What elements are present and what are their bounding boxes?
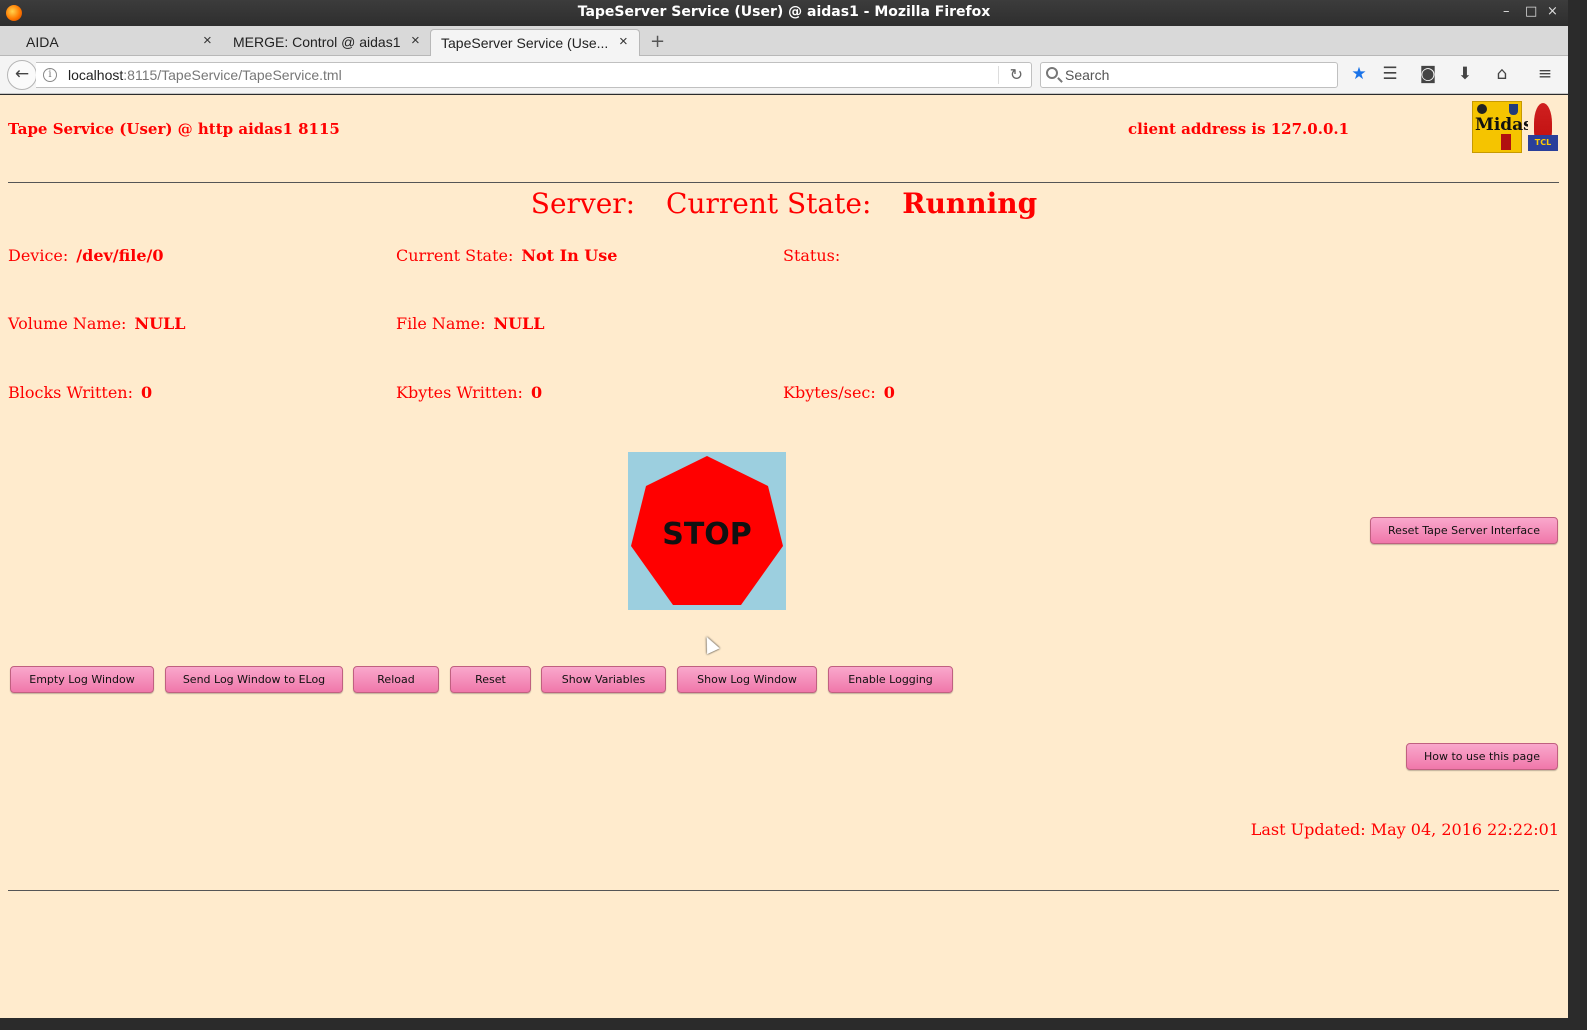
tab-aida[interactable]: AIDA × [0, 29, 222, 56]
back-button[interactable]: ← [7, 60, 37, 90]
tab-merge-control[interactable]: MERGE: Control @ aidas1 × [224, 29, 430, 56]
window-titlebar: TapeServer Service (User) @ aidas1 - Moz… [0, 0, 1568, 26]
downloads-icon[interactable]: ⬇ [1454, 64, 1476, 84]
tab-label: MERGE: Control @ aidas1 [233, 34, 401, 50]
reload-button[interactable]: Reload [353, 666, 439, 693]
client-address: client address is 127.0.0.1 [1128, 120, 1350, 138]
new-tab-icon[interactable]: + [650, 31, 665, 52]
reset-tape-server-interface-button[interactable]: Reset Tape Server Interface [1370, 517, 1558, 544]
volume-name-field: Volume Name: NULL [8, 314, 186, 333]
device-state-value: Not In Use [521, 246, 618, 265]
tcl-logo: TCL [1528, 101, 1558, 153]
status-field: Status: [783, 246, 841, 265]
maximize-icon[interactable]: □ [1525, 4, 1537, 19]
bookmarks-list-icon[interactable]: ☰ [1379, 64, 1401, 84]
file-name-field: File Name: NULL [396, 314, 545, 333]
window-title: TapeServer Service (User) @ aidas1 - Moz… [577, 4, 991, 20]
enable-logging-button[interactable]: Enable Logging [828, 666, 953, 693]
show-log-window-button[interactable]: Show Log Window [677, 666, 817, 693]
close-tab-icon[interactable]: × [203, 32, 212, 49]
server-label: Server: [530, 187, 636, 220]
device-state-field: Current State: Not In Use [396, 246, 618, 265]
stop-sign-icon: STOP [631, 456, 783, 605]
device-value: /dev/file/0 [76, 246, 164, 265]
tab-label: TapeServer Service (Use... [441, 35, 609, 51]
feather-icon [1501, 134, 1511, 150]
reload-icon[interactable]: ↻ [1010, 65, 1023, 84]
site-info-icon[interactable]: i [43, 68, 57, 82]
tab-label: AIDA [26, 34, 59, 50]
tab-tapeserver-service[interactable]: TapeServer Service (Use... × [430, 29, 640, 56]
crest-icon [1477, 104, 1487, 114]
minimize-icon[interactable]: – [1503, 4, 1510, 19]
shield-icon [1509, 104, 1518, 115]
server-state-line: Server: Current State: Running [0, 187, 1568, 220]
divider [8, 182, 1559, 183]
blocks-written-field: Blocks Written: 0 [8, 383, 153, 402]
divider [8, 890, 1559, 891]
home-icon[interactable]: ⌂ [1491, 64, 1513, 84]
stop-button[interactable]: STOP [628, 452, 786, 610]
how-to-use-button[interactable]: How to use this page [1406, 743, 1558, 770]
blocks-written-value: 0 [140, 383, 153, 402]
kbytes-sec-value: 0 [883, 383, 895, 402]
menu-icon[interactable]: ≡ [1534, 64, 1556, 84]
midas-logo: Midas [1472, 101, 1533, 153]
service-header: Tape Service (User) @ http aidas1 8115 [8, 120, 340, 138]
volume-name-value: NULL [134, 314, 186, 333]
close-tab-icon[interactable]: × [619, 33, 628, 50]
navigation-bar: ← i localhost:8115/TapeService/TapeServi… [0, 56, 1568, 94]
search-icon [1046, 67, 1058, 79]
tcl-logo-text: TCL [1528, 135, 1558, 151]
close-window-icon[interactable]: × [1547, 4, 1558, 19]
url-text[interactable]: localhost:8115/TapeService/TapeService.t… [68, 67, 342, 83]
kbytes-sec-field: Kbytes/sec: 0 [783, 383, 895, 402]
current-state-label: Current State: [666, 187, 872, 220]
device-field: Device:/dev/file/0 [8, 246, 164, 265]
page-content: Tape Service (User) @ http aidas1 8115 c… [0, 95, 1568, 1018]
file-name-value: NULL [493, 314, 545, 333]
last-updated-timestamp: Last Updated: May 04, 2016 22:22:01 [1250, 820, 1559, 839]
mouse-cursor-icon [700, 633, 720, 655]
search-input[interactable] [1065, 65, 1325, 85]
stop-label: STOP [662, 517, 752, 552]
tab-strip: AIDA × MERGE: Control @ aidas1 × TapeSer… [0, 26, 1568, 56]
url-bar[interactable]: i localhost:8115/TapeService/TapeService… [36, 62, 1032, 88]
send-log-to-elog-button[interactable]: Send Log Window to ELog [165, 666, 343, 693]
show-variables-button[interactable]: Show Variables [541, 666, 666, 693]
search-bar[interactable] [1040, 62, 1338, 88]
close-tab-icon[interactable]: × [411, 32, 420, 49]
pocket-icon[interactable]: ◙ [1417, 64, 1439, 84]
reset-button[interactable]: Reset [450, 666, 531, 693]
url-separator [998, 66, 999, 84]
current-state-value: Running [902, 187, 1038, 220]
bookmark-star-icon[interactable]: ★ [1348, 64, 1370, 84]
empty-log-window-button[interactable]: Empty Log Window [10, 666, 154, 693]
kbytes-written-value: 0 [530, 383, 543, 402]
midas-logo-text: Midas [1475, 115, 1533, 135]
kbytes-written-field: Kbytes Written: 0 [396, 383, 543, 402]
